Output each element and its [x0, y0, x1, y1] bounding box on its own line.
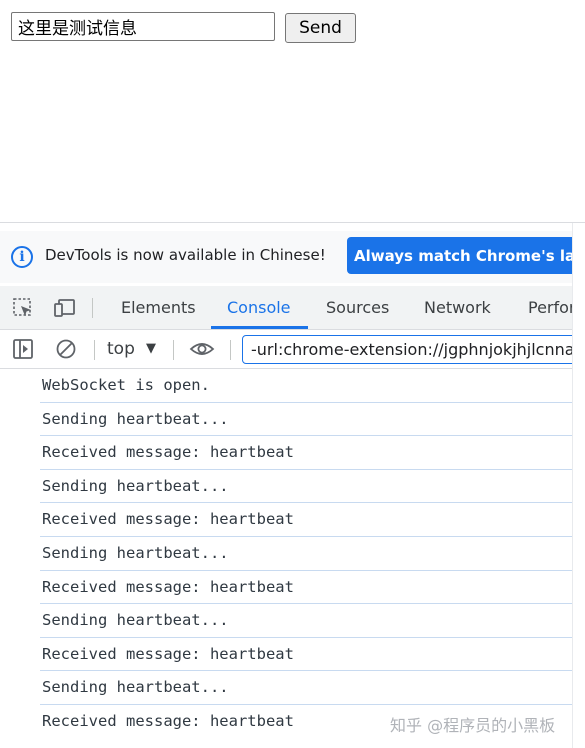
active-tab-indicator — [211, 326, 308, 329]
window-edge — [572, 223, 585, 748]
device-toolbar-icon[interactable] — [54, 297, 76, 319]
console-message: Sending heartbeat... — [40, 671, 572, 705]
toolbar-separator — [173, 340, 174, 360]
console-message: Sending heartbeat... — [40, 537, 572, 571]
console-message: Sending heartbeat... — [40, 403, 572, 437]
console-message: Sending heartbeat... — [40, 470, 572, 504]
tab-sources[interactable]: Sources — [326, 298, 389, 317]
toolbar-separator — [94, 340, 95, 360]
tab-separator — [92, 298, 93, 318]
info-icon: i — [11, 246, 33, 268]
console-message: WebSocket is open. — [40, 369, 572, 403]
clear-console-icon[interactable] — [55, 338, 77, 360]
console-filter-input[interactable] — [242, 335, 572, 364]
toolbar-separator — [230, 340, 231, 360]
notice-text: DevTools is now available in Chinese! — [45, 246, 326, 264]
console-message: Received message: heartbeat — [40, 638, 572, 672]
page-content: Send — [0, 0, 585, 222]
console-message: Received message: heartbeat — [40, 436, 572, 470]
message-input[interactable] — [11, 12, 275, 41]
console-output: WebSocket is open. Sending heartbeat... … — [0, 369, 572, 739]
always-match-language-button[interactable]: Always match Chrome's language — [347, 237, 572, 274]
live-expression-eye-icon[interactable] — [189, 338, 215, 360]
devtools-tabbar: Elements Console Sources Network Perform… — [0, 286, 572, 330]
console-message: Received message: heartbeat — [40, 571, 572, 605]
send-button[interactable]: Send — [285, 13, 356, 43]
inspect-element-icon[interactable] — [12, 297, 34, 319]
tab-performance[interactable]: Performance — [528, 298, 572, 317]
tab-elements[interactable]: Elements — [121, 298, 196, 317]
tab-console[interactable]: Console — [227, 298, 291, 317]
console-message: Sending heartbeat... — [40, 604, 572, 638]
console-message: Received message: heartbeat — [40, 503, 572, 537]
dropdown-arrow-icon[interactable]: ▼ — [146, 341, 156, 356]
context-selector[interactable]: top — [107, 339, 135, 359]
sidebar-toggle-icon[interactable] — [12, 338, 34, 360]
devtools-panel: i DevTools is now available in Chinese! … — [0, 223, 572, 748]
watermark: 知乎 @程序员的小黑板 — [390, 716, 556, 735]
tab-network[interactable]: Network — [424, 298, 491, 317]
console-toolbar: top ▼ — [0, 331, 572, 369]
